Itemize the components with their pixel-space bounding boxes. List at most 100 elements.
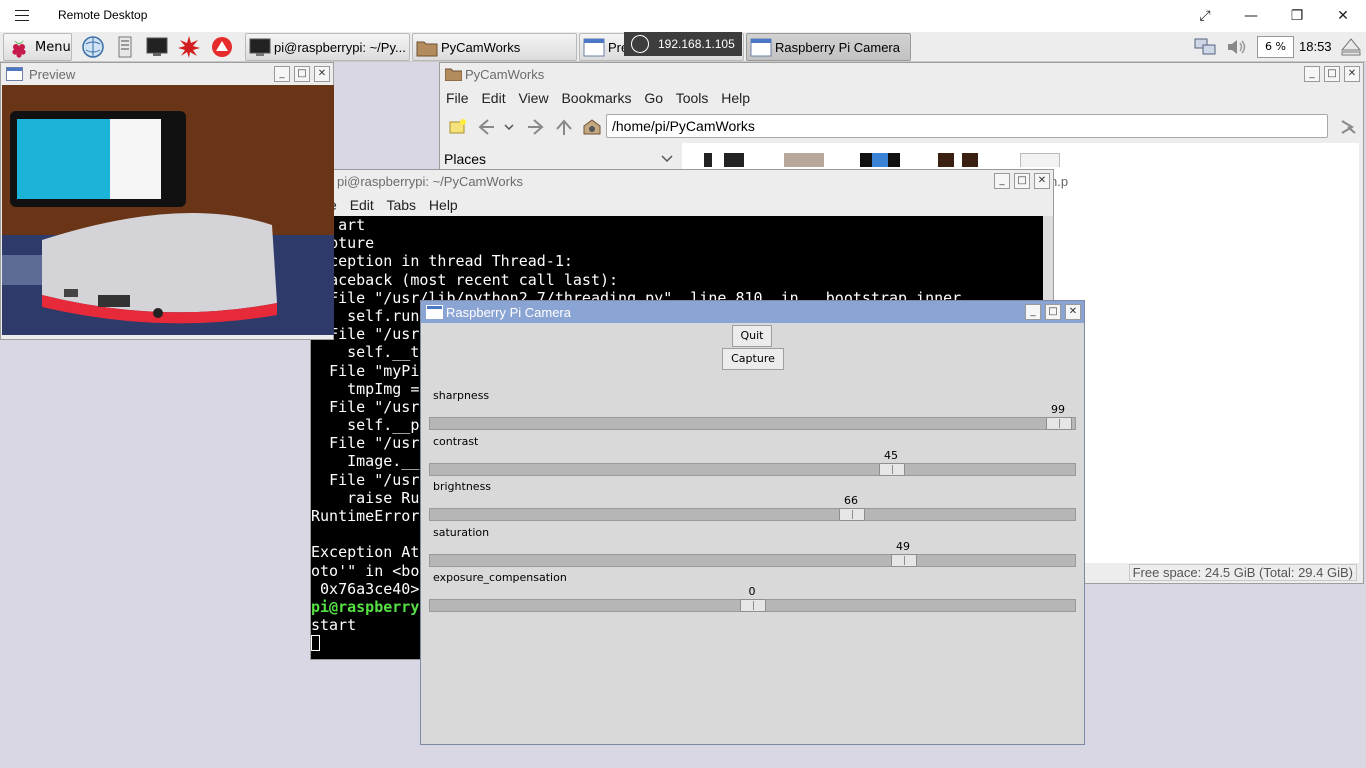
chevron-down-icon[interactable] [502, 119, 516, 135]
window-title: Preview [29, 67, 76, 82]
task-label: Raspberry Pi Camera [775, 40, 900, 55]
file-manager-titlebar[interactable]: PyCamWorks _ □ ✕ [440, 63, 1363, 85]
menu-bookmarks[interactable]: Bookmarks [561, 90, 631, 106]
slider-saturation[interactable] [429, 553, 1076, 567]
task-file-manager[interactable]: PyCamWorks [412, 33, 577, 61]
path-input[interactable]: /home/pi/PyCamWorks [606, 114, 1328, 138]
maximize-button[interactable]: □ [294, 66, 310, 82]
task-pi-camera[interactable]: Raspberry Pi Camera [746, 33, 911, 61]
slider-handle[interactable] [891, 553, 917, 567]
terminal-line-text: oto'" in <bo [311, 561, 420, 580]
menu-go[interactable]: Go [644, 90, 663, 106]
minimize-button[interactable]: _ [1025, 304, 1041, 320]
restore-icon[interactable]: ❐ [1287, 6, 1307, 26]
file-thumbnail[interactable] [784, 153, 824, 167]
menu-help[interactable]: Help [429, 197, 458, 213]
minimize-button[interactable]: _ [994, 173, 1010, 189]
task-terminal[interactable]: pi@raspberrypi: ~/Py... [245, 33, 410, 61]
menu-tabs[interactable]: Tabs [386, 197, 416, 213]
minimize-icon[interactable]: — [1241, 6, 1261, 26]
folder-icon [445, 68, 462, 81]
back-icon[interactable] [476, 117, 496, 137]
up-icon[interactable] [554, 117, 574, 137]
capture-button[interactable]: Capture [722, 348, 784, 370]
terminal-line-text: 0x76a3ce40> [311, 579, 420, 598]
terminal-line-text: File "/usr [329, 470, 420, 489]
cpu-monitor: 6 % [1257, 36, 1294, 58]
raspberry-icon [12, 40, 26, 58]
terminal-icon[interactable] [145, 35, 169, 59]
chevron-down-icon[interactable] [660, 153, 674, 165]
minimize-button[interactable]: _ [1304, 66, 1320, 82]
slider-value: 99 [1051, 403, 1065, 416]
terminal-cursor [311, 635, 320, 652]
menu-button[interactable]: Menu [3, 33, 72, 61]
maximize-button[interactable]: □ [1045, 304, 1061, 320]
slider-exposure-compensation[interactable] [429, 599, 1076, 613]
terminal-line-text: art [338, 216, 366, 234]
window-icon [583, 38, 605, 57]
clock[interactable]: 18:53 [1299, 39, 1332, 54]
menu-edit[interactable]: Edit [350, 197, 374, 213]
maximize-button[interactable]: □ [1014, 173, 1030, 189]
volume-icon[interactable] [1225, 35, 1249, 59]
terminal-line-text: self.run [347, 306, 420, 325]
file-thumbnail[interactable] [704, 153, 744, 167]
menu-tools[interactable]: Tools [676, 90, 709, 106]
network-icon[interactable] [1193, 35, 1217, 59]
wolfram-icon[interactable] [177, 35, 201, 59]
mathematica-icon[interactable] [210, 35, 234, 59]
menu-view[interactable]: View [518, 90, 548, 106]
file-thumbnail[interactable] [860, 153, 900, 167]
terminal-line-text: aceback (most recent call last): [329, 270, 619, 289]
slider-handle[interactable] [1046, 417, 1072, 430]
close-button[interactable]: ✕ [1034, 173, 1050, 189]
slider-handle[interactable] [839, 508, 865, 522]
window-icon [750, 38, 772, 57]
terminal-line-text: File "/usr [329, 397, 420, 416]
close-icon[interactable]: ✕ [1333, 6, 1353, 26]
menu-file[interactable]: File [446, 90, 469, 106]
web-browser-icon[interactable] [81, 35, 105, 59]
terminal-titlebar[interactable]: pi@raspberrypi: ~/PyCamWorks _ □ ✕ [311, 170, 1053, 192]
task-label: PyCamWorks [441, 40, 521, 55]
camera-preview-image [2, 85, 334, 335]
slider-value: 66 [844, 494, 858, 508]
fullscreen-icon[interactable]: ⤢ [1195, 6, 1215, 26]
preview-titlebar[interactable]: Preview _ □ ✕ [1, 63, 333, 85]
places-header[interactable]: Places [444, 151, 486, 167]
file-manager-icon[interactable] [113, 35, 137, 59]
menu-edit[interactable]: Edit [481, 90, 505, 106]
close-button[interactable]: ✕ [1065, 304, 1081, 320]
slider-sharpness[interactable] [429, 417, 1076, 430]
terminal-line: aceback (most recent call last): [311, 271, 1043, 289]
terminal-line-text: pi@raspberry [311, 597, 420, 616]
maximize-button[interactable]: □ [1324, 66, 1340, 82]
minimize-button[interactable]: _ [274, 66, 290, 82]
close-button[interactable]: ✕ [1344, 66, 1360, 82]
menu-help[interactable]: Help [721, 90, 750, 106]
quit-button[interactable]: Quit [732, 325, 772, 347]
hamburger-menu-icon[interactable] [15, 10, 29, 21]
forward-icon[interactable] [526, 117, 546, 137]
go-icon[interactable] [1338, 117, 1358, 137]
slider-handle[interactable] [740, 599, 766, 613]
slider-handle[interactable] [879, 462, 905, 476]
slider-brightness[interactable] [429, 508, 1076, 522]
file-thumbnail[interactable] [938, 153, 978, 167]
slider-contrast[interactable] [429, 462, 1076, 476]
pi-camera-titlebar[interactable]: Raspberry Pi Camera _ □ ✕ [421, 301, 1084, 323]
window-title: PyCamWorks [465, 67, 545, 82]
window-icon [6, 67, 23, 81]
file-icon[interactable] [1020, 153, 1060, 167]
eject-icon[interactable] [1339, 35, 1363, 59]
home-icon[interactable] [582, 117, 602, 137]
connection-icon [631, 35, 649, 53]
close-button[interactable]: ✕ [314, 66, 330, 82]
connection-bar[interactable]: 192.168.1.105 [624, 32, 742, 56]
slider-label-brightness: brightness [433, 480, 492, 494]
terminal-line-text: RuntimeError [311, 507, 420, 525]
window-icon [426, 305, 443, 319]
new-tab-icon[interactable] [448, 117, 468, 137]
terminal-line-text: File "myPi [329, 361, 420, 380]
